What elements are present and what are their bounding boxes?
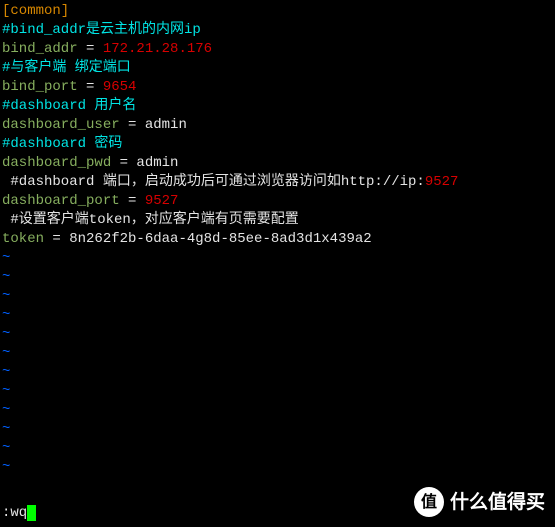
editor-line: dashboard_user = admin [2,116,553,135]
watermark: 值 什么值得买 [414,487,545,517]
editor-line: dashboard_pwd = admin [2,154,553,173]
editor-line: ~ [2,420,553,439]
editor-line: ~ [2,458,553,477]
editor-line: #dashboard 密码 [2,135,553,154]
editor-line: ~ [2,363,553,382]
editor-line: ~ [2,287,553,306]
editor-line: ~ [2,382,553,401]
vim-command-line[interactable]: :wq [2,504,36,523]
editor-line: ~ [2,344,553,363]
editor-line: ~ [2,439,553,458]
editor-line: [common] [2,2,553,21]
editor-line: dashboard_port = 9527 [2,192,553,211]
editor-line: ~ [2,325,553,344]
editor-line: #与客户端 绑定端口 [2,59,553,78]
editor-line: ~ [2,268,553,287]
editor-line: ~ [2,401,553,420]
editor-line: ~ [2,306,553,325]
editor-line: #dashboard 端口，启动成功后可通过浏览器访问如http://ip:95… [2,173,553,192]
watermark-text: 什么值得买 [450,493,545,512]
editor-line: #设置客户端token，对应客户端有页需要配置 [2,211,553,230]
editor-line: token = 8n262f2b-6daa-4g8d-85ee-8ad3d1x4… [2,230,553,249]
vim-command-text: :wq [2,505,27,521]
editor-line: ~ [2,249,553,268]
editor-line: #bind_addr是云主机的内网ip [2,21,553,40]
terminal-editor[interactable]: [common]#bind_addr是云主机的内网ipbind_addr = 1… [0,0,555,479]
watermark-icon: 值 [414,487,444,517]
editor-line: #dashboard 用户名 [2,97,553,116]
editor-line: bind_addr = 172.21.28.176 [2,40,553,59]
editor-line: bind_port = 9654 [2,78,553,97]
cursor-block [27,505,36,521]
